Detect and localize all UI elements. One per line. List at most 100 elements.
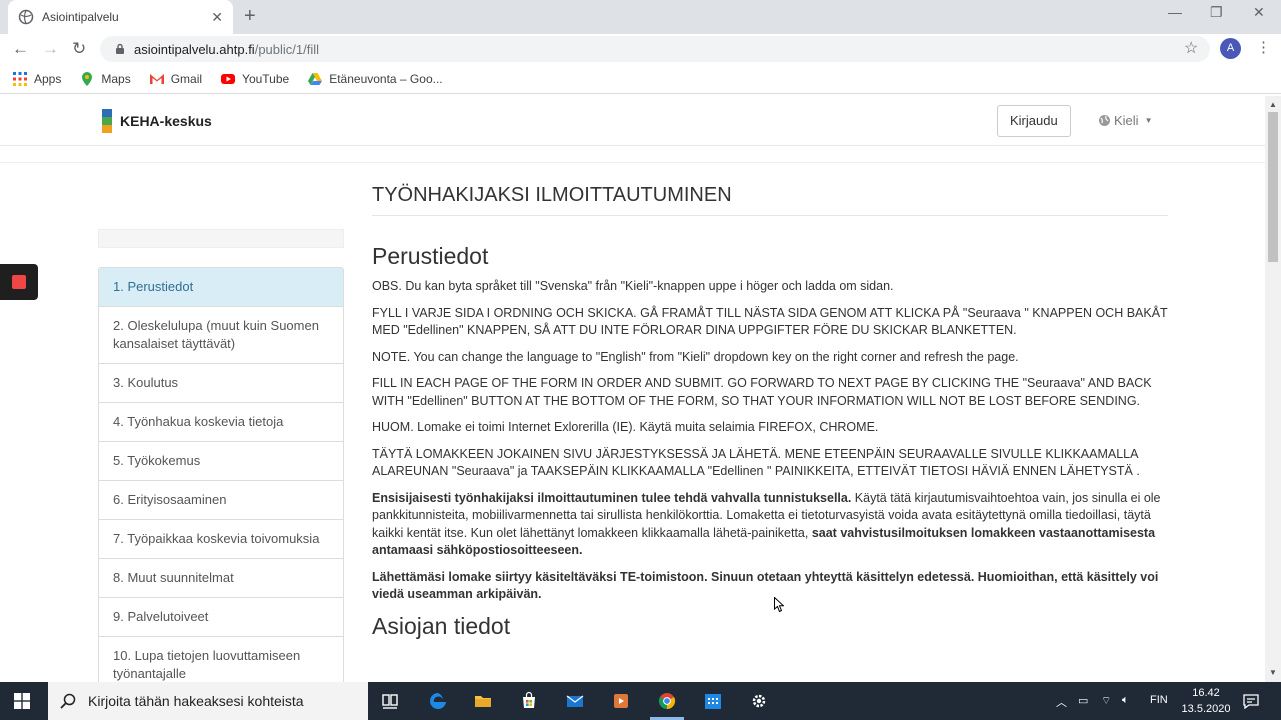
close-tab-icon[interactable]: ✕ bbox=[211, 9, 223, 26]
step-toivomuksia[interactable]: 7. Työpaikkaa koskevia toivomuksia bbox=[99, 519, 343, 558]
globe-icon bbox=[1099, 115, 1110, 126]
system-clock[interactable]: 16.42 13.5.2020 bbox=[1180, 685, 1232, 717]
clock-date: 13.5.2020 bbox=[1181, 703, 1231, 715]
step-oleskelulupa[interactable]: 2. Oleskelulupa (muut kuin Suomen kansal… bbox=[99, 306, 343, 363]
battery-icon[interactable]: ▭ bbox=[1078, 694, 1088, 707]
brand-name: KEHA-keskus bbox=[120, 113, 212, 129]
scroll-up-icon[interactable]: ▲ bbox=[1269, 100, 1277, 109]
file-explorer-icon[interactable] bbox=[473, 691, 493, 711]
address-bar[interactable]: asiointipalvelu.ahtp.fi/public/1/fill bbox=[100, 36, 1210, 62]
gmail-icon bbox=[149, 73, 164, 84]
bookmark-apps[interactable]: Apps bbox=[12, 71, 61, 87]
bookmark-label: Etäneuvonta – Goo... bbox=[329, 71, 443, 86]
info-paragraph: TÄYTÄ LOMAKKEEN JOKAINEN SIVU JÄRJESTYKS… bbox=[372, 446, 1140, 479]
info-paragraph: OBS. Du kan byta språket till "Svenska" … bbox=[372, 279, 894, 293]
section-title: Perustiedot bbox=[372, 243, 489, 269]
record-stop-icon bbox=[12, 275, 26, 289]
info-paragraph: NOTE. You can change the language to "En… bbox=[372, 349, 1019, 364]
info-paragraph: FYLL I VARJE SIDA I ORDNING OCH SKICKA. … bbox=[372, 305, 1168, 338]
next-section-title: Asiojan tiedot bbox=[372, 612, 511, 639]
step-perustiedot[interactable]: 1. Perustiedot bbox=[99, 268, 343, 306]
windows-taskbar: Kirjoita tähän hakeaksesi kohteista ︿ ▭ … bbox=[0, 682, 1281, 720]
main-content: TYÖNHAKIJAKSI ILMOITTAUTUMINEN Perustied… bbox=[372, 184, 1168, 648]
step-erityisosaaminen[interactable]: 6. Erityisosaaminen bbox=[99, 480, 343, 519]
back-arrow-icon[interactable]: ← bbox=[12, 39, 29, 59]
windows-start-icon[interactable] bbox=[14, 693, 30, 709]
recording-indicator[interactable] bbox=[0, 264, 38, 300]
url-path: /public/1/fill bbox=[254, 41, 320, 57]
youtube-icon bbox=[221, 73, 236, 84]
microsoft-store-icon[interactable] bbox=[519, 691, 539, 711]
bookmarks-bar: Apps Maps Gmail YouTube Etäneuvonta – Go… bbox=[0, 64, 1281, 94]
form-steps-list: 1. Perustiedot 2. Oleskelulupa (muut kui… bbox=[98, 267, 344, 682]
page-viewport: KEHA-keskus Kirjaudu Kieli ▼ 1. Perustie… bbox=[0, 96, 1265, 682]
bookmark-label: Maps bbox=[101, 71, 131, 86]
globe-icon bbox=[18, 9, 34, 25]
info-paragraph: FILL IN EACH PAGE OF THE FORM IN ORDER A… bbox=[372, 376, 1152, 408]
bookmark-drive[interactable]: Etäneuvonta – Goo... bbox=[307, 71, 443, 87]
site-brand[interactable]: KEHA-keskus bbox=[102, 109, 212, 133]
chrome-icon[interactable] bbox=[657, 691, 677, 711]
media-player-icon[interactable] bbox=[611, 691, 631, 711]
browser-tab[interactable]: Asiointipalvelu ✕ bbox=[8, 0, 233, 34]
profile-avatar[interactable]: A bbox=[1220, 38, 1241, 59]
lock-icon bbox=[116, 43, 124, 54]
login-button[interactable]: Kirjaudu bbox=[997, 105, 1071, 137]
step-palvelutoiveet[interactable]: 9. Palvelutoiveet bbox=[99, 597, 343, 636]
site-navbar: KEHA-keskus Kirjaudu Kieli ▼ bbox=[0, 96, 1265, 146]
step-tyonhakua[interactable]: 4. Työnhakua koskevia tietoja bbox=[99, 402, 343, 441]
edge-browser-icon[interactable] bbox=[428, 691, 448, 711]
apps-grid-icon bbox=[13, 71, 27, 86]
menu-kebab-icon[interactable]: ⋮ bbox=[1256, 38, 1271, 56]
wifi-icon[interactable]: ⌔ bbox=[1101, 694, 1111, 708]
reload-icon[interactable]: ↻ bbox=[72, 39, 86, 59]
mail-icon[interactable] bbox=[565, 691, 585, 711]
taskbar-search[interactable]: Kirjoita tähän hakeaksesi kohteista bbox=[48, 682, 368, 720]
volume-icon[interactable]: 🔈︎ bbox=[1122, 694, 1129, 707]
sidebar-header-bar bbox=[98, 229, 344, 248]
info-paragraph: Lähettämäsi lomake siirtyy käsiteltäväks… bbox=[372, 569, 1168, 604]
step-tyokokemus[interactable]: 5. Työkokemus bbox=[99, 441, 343, 480]
browser-toolbar: ← → ↻ asiointipalvelu.ahtp.fi/public/1/f… bbox=[0, 34, 1281, 64]
keha-logo-icon bbox=[102, 109, 112, 133]
caret-down-icon: ▼ bbox=[1144, 116, 1153, 125]
forward-arrow-icon[interactable]: → bbox=[42, 39, 59, 59]
drive-icon bbox=[308, 72, 323, 85]
bookmark-maps[interactable]: Maps bbox=[79, 71, 131, 87]
settings-gear-icon[interactable] bbox=[749, 691, 769, 711]
language-dropdown[interactable]: Kieli ▼ bbox=[1098, 113, 1153, 128]
step-lupa[interactable]: 10. Lupa tietojen luovuttamiseen työnant… bbox=[99, 636, 343, 682]
bookmark-youtube[interactable]: YouTube bbox=[220, 71, 289, 87]
notifications-icon[interactable] bbox=[1241, 691, 1261, 711]
bookmark-star-icon[interactable]: ☆ bbox=[1184, 38, 1198, 58]
bookmark-label: Gmail bbox=[170, 71, 203, 86]
window-close-icon[interactable]: ✕ bbox=[1253, 4, 1265, 21]
step-koulutus[interactable]: 3. Koulutus bbox=[99, 363, 343, 402]
info-paragraph: Ensisijaisesti työnhakijaksi ilmoittautu… bbox=[372, 490, 1168, 560]
step-suunnitelmat[interactable]: 8. Muut suunnitelmat bbox=[99, 558, 343, 597]
scroll-down-icon[interactable]: ▼ bbox=[1269, 668, 1277, 677]
scrollbar-thumb[interactable] bbox=[1268, 112, 1278, 262]
page-title: TYÖNHAKIJAKSI ILMOITTAUTUMINEN bbox=[372, 184, 1168, 216]
language-label: Kieli bbox=[1114, 113, 1139, 128]
page-scrollbar[interactable]: ▲ ▼ bbox=[1265, 96, 1281, 682]
tray-chevron-icon[interactable]: ︿ bbox=[1056, 694, 1067, 710]
new-tab-icon[interactable]: + bbox=[244, 5, 256, 28]
tab-title: Asiointipalvelu bbox=[42, 10, 119, 24]
task-view-icon[interactable] bbox=[380, 691, 400, 711]
search-icon bbox=[60, 693, 76, 709]
bookmark-gmail[interactable]: Gmail bbox=[149, 71, 202, 87]
info-paragraph: HUOM. Lomake ei toimi Internet Exloreril… bbox=[372, 420, 879, 434]
restore-icon[interactable]: ❐ bbox=[1210, 4, 1223, 21]
browser-tab-strip: Asiointipalvelu ✕ + — ❐ ✕ bbox=[0, 0, 1281, 34]
maps-pin-icon bbox=[82, 71, 93, 86]
divider bbox=[0, 162, 1265, 163]
mouse-cursor-icon bbox=[774, 597, 784, 613]
calendar-icon[interactable] bbox=[703, 691, 723, 711]
search-placeholder: Kirjoita tähän hakeaksesi kohteista bbox=[88, 693, 304, 709]
bold-text: Lähettämäsi lomake siirtyy käsiteltäväks… bbox=[372, 569, 1159, 602]
minimize-icon[interactable]: — bbox=[1168, 4, 1182, 20]
url-host: asiointipalvelu.ahtp.fi bbox=[134, 41, 255, 57]
language-indicator[interactable]: FIN bbox=[1150, 694, 1168, 706]
bookmark-label: Apps bbox=[34, 71, 62, 86]
